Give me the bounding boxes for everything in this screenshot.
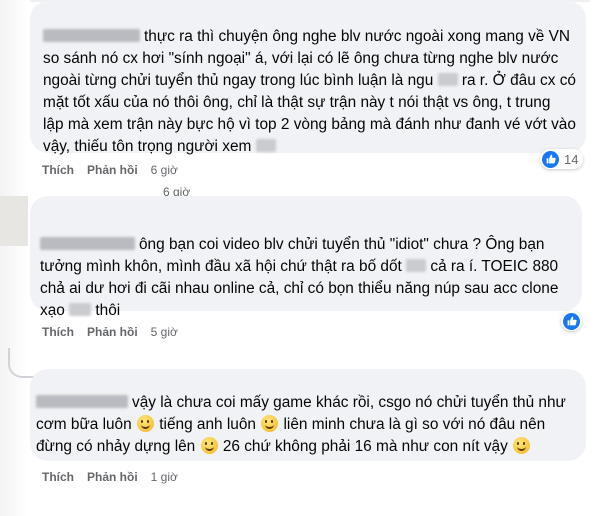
- comment-text: ông bạn coi video blv chửi tuyển thủ "id…: [139, 236, 545, 253]
- reply-button[interactable]: Phản hồi: [87, 470, 138, 484]
- comment-line: chả ai dư hơi đi cãi nhau online cả, chỉ…: [40, 278, 558, 300]
- comment-text: đừng có nhảy dựng lên: [36, 438, 196, 455]
- reaction-summary[interactable]: 14: [540, 149, 584, 169]
- comment-line: ngoài từng chửi tuyển thủ ngay trong lúc…: [43, 70, 576, 92]
- like-icon: [563, 312, 580, 330]
- comment-timestamp[interactable]: 6 giờ: [151, 163, 178, 177]
- comment-text: so sánh nó cx hơi "sính ngoại" á, với lạ…: [43, 50, 559, 67]
- redacted-word: [69, 303, 92, 316]
- smile-emoji-icon: [200, 437, 218, 454]
- like-button[interactable]: Thích: [42, 470, 74, 484]
- left-edge-shadow: [0, 196, 28, 246]
- comment-line: ông bạn coi video blv chửi tuyển thủ "id…: [40, 234, 544, 256]
- comment-text: thực ra thì chuyện ông nghe blv nước ngo…: [144, 28, 570, 45]
- comment-text: cả ra í. TOEIC 880: [430, 258, 559, 275]
- smile-emoji-icon: [136, 415, 154, 432]
- comment-text: liên minh chưa là gì so với nó đâu nên: [283, 416, 546, 433]
- thread-connector: [8, 348, 36, 378]
- comment-line: lập mà xem trận này bực hộ vì top 2 vòng…: [43, 114, 576, 136]
- comment-bubble: ông bạn coi video blv chửi tuyển thủ "id…: [30, 196, 582, 319]
- comment-line: thực ra thì chuyện ông nghe blv nước ngo…: [43, 26, 570, 48]
- comment-text: xạo: [40, 302, 65, 319]
- comment-line: vậy, thiếu tôn trọng người xem: [43, 136, 276, 158]
- smile-emoji-icon: [261, 415, 279, 432]
- comment-text: ra r. Ở đâu cx có: [461, 72, 576, 89]
- comment-timestamp[interactable]: 1 giờ: [151, 470, 178, 484]
- redacted-word: [437, 73, 458, 86]
- comment-text: vậy là chưa coi mấy game khác rồi, csgo …: [132, 394, 566, 411]
- comment-bubble: thực ra thì chuyện ông nghe blv nước ngo…: [30, 1, 586, 155]
- reply-button[interactable]: Phản hồi: [87, 163, 138, 177]
- comment-bubble: vậy là chưa coi mấy game khác rồi, csgo …: [30, 369, 586, 461]
- like-button[interactable]: Thích: [42, 325, 74, 339]
- comment-line: mặt tốt xấu của nó thôi ông, chỉ là thật…: [43, 92, 550, 114]
- comment-actions: Thích Phản hồi 6 giờ: [42, 163, 178, 177]
- comment-text: cơm bữa luôn: [36, 416, 132, 433]
- like-button[interactable]: Thích: [42, 163, 74, 177]
- comment-actions: Thích Phản hồi 1 giờ: [42, 470, 178, 484]
- comment-text: vậy, thiếu tôn trọng người xem: [43, 138, 252, 155]
- comment-line: xạo thôi: [40, 300, 120, 322]
- comment-line: cơm bữa luôn tiếng anh luôn liên minh ch…: [36, 414, 545, 436]
- like-icon: [542, 150, 559, 168]
- redacted-word: [406, 259, 427, 272]
- left-edge: [0, 0, 28, 516]
- comment-text: lập mà xem trận này bực hộ vì top 2 vòng…: [43, 116, 576, 133]
- comment-text: ngoài từng chửi tuyển thủ ngay trong lúc…: [43, 72, 434, 89]
- comment-actions: Thích Phản hồi 5 giờ: [42, 325, 178, 339]
- comment-line: vậy là chưa coi mấy game khác rồi, csgo …: [36, 392, 566, 414]
- reply-button[interactable]: Phản hồi: [87, 325, 138, 339]
- author-name[interactable]: [36, 395, 128, 408]
- comment-text: 26 chứ không phải 16 mà như con nít vậy: [222, 438, 508, 455]
- comment-text: mặt tốt xấu của nó thôi ông, chỉ là thật…: [43, 94, 551, 111]
- author-name[interactable]: [40, 237, 135, 250]
- reaction-count: 14: [564, 151, 579, 167]
- comment-text: tưởng mình khôn, mình đầu xã hội chứ thậ…: [40, 258, 402, 275]
- smile-emoji-icon: [513, 437, 531, 454]
- redacted-word: [255, 139, 276, 152]
- comment-line: so sánh nó cx hơi "sính ngoại" á, với lạ…: [43, 48, 558, 70]
- comment-text: chả ai dư hơi đi cãi nhau online cả, chỉ…: [40, 280, 559, 297]
- comment-text: thôi: [95, 302, 121, 319]
- reaction-summary[interactable]: [561, 311, 582, 331]
- author-name[interactable]: [43, 29, 140, 42]
- comment-text: tiếng anh luôn: [159, 416, 256, 433]
- comment-line: đừng có nhảy dựng lên 26 chứ không phải …: [36, 436, 531, 458]
- comment-timestamp[interactable]: 5 giờ: [151, 325, 178, 339]
- comment-line: tưởng mình khôn, mình đầu xã hội chứ thậ…: [40, 256, 558, 278]
